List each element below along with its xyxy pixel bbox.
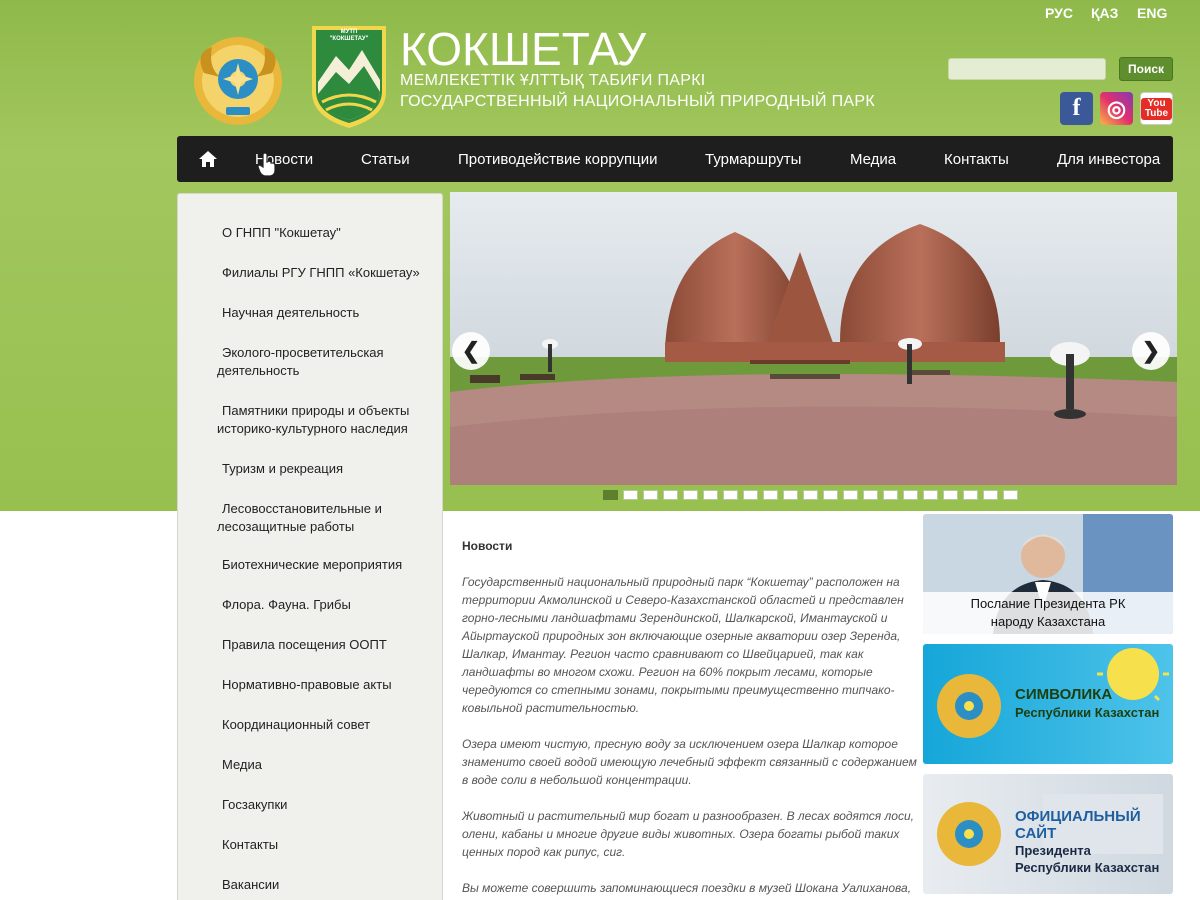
sidebar-item-branches[interactable]: Филиалы РГУ ГНПП «Кокшетау» (222, 264, 442, 282)
sidebar-item-monuments[interactable]: Памятники природы и объекты историко-кул… (217, 402, 437, 438)
brand-subtitle-kz: МЕМЛЕКЕТТІК ҰЛТТЫҚ ТАБИҒИ ПАРКІ (400, 72, 706, 89)
sidebar-item-reforestation[interactable]: Лесовосстановительные и лесозащитные раб… (217, 500, 437, 536)
slider-dot[interactable] (963, 490, 978, 500)
brand-subtitle-ru: ГОСУДАРСТВЕННЫЙ НАЦИОНАЛЬНЫЙ ПРИРОДНЫЙ П… (400, 93, 875, 110)
sidebar-item-legal-acts[interactable]: Нормативно-правовые акты (222, 676, 442, 694)
slider-dot[interactable] (843, 490, 858, 500)
slider-dot[interactable] (643, 490, 658, 500)
banner-symbols[interactable]: СИМВОЛИКА Республики Казахстан (923, 644, 1173, 764)
slider-dot[interactable] (803, 490, 818, 500)
slider-dot[interactable] (783, 490, 798, 500)
slider-dot[interactable] (703, 490, 718, 500)
nav-media[interactable]: Медиа (850, 151, 896, 168)
banner-president-line-1: Послание Президента РК (970, 596, 1126, 611)
slider-dot[interactable] (923, 490, 938, 500)
nav-articles[interactable]: Статьи (361, 151, 410, 168)
lang-en[interactable]: ENG (1137, 5, 1167, 21)
sidebar-item-science[interactable]: Научная деятельность (222, 304, 442, 322)
image-slider[interactable]: ❮ ❯ (450, 192, 1177, 485)
slider-dot[interactable] (763, 490, 778, 500)
banner-official-site[interactable]: ОФИЦИАЛЬНЫЙ САЙТ Президента Республики К… (923, 774, 1173, 894)
content-paragraph-4: Вы можете совершить запоминающиеся поезд… (462, 881, 912, 895)
lang-ru[interactable]: РУС (1045, 5, 1073, 21)
slider-dot[interactable] (663, 490, 678, 500)
slider-dot[interactable] (823, 490, 838, 500)
sidebar-item-vacancies[interactable]: Вакансии (222, 876, 442, 894)
nav-contacts[interactable]: Контакты (944, 151, 1009, 168)
banner-symbols-title: СИМВОЛИКА (1015, 686, 1113, 703)
lang-kz[interactable]: ҚАЗ (1091, 5, 1118, 21)
hand-cursor-icon (258, 153, 276, 177)
sidebar-item-biotech[interactable]: Биотехнические мероприятия (222, 556, 442, 574)
banner-president-message[interactable]: Послание Президента РК народу Казахстана (923, 514, 1173, 634)
banner-official-line-2: Президента (1015, 843, 1091, 858)
slider-dot[interactable] (603, 490, 618, 500)
museum-domes-photo (450, 192, 1177, 485)
sidebar-item-council[interactable]: Координационный совет (222, 716, 442, 734)
sidebar-item-visit-rules[interactable]: Правила посещения ООПТ (222, 636, 442, 654)
main-nav: Новости Статьи Противодействие коррупции… (177, 136, 1173, 182)
instagram-icon[interactable]: ◎ (1100, 92, 1133, 125)
slider-dot[interactable] (1003, 490, 1018, 500)
brand-title: КОКШЕТАУ (400, 23, 647, 75)
slider-dot[interactable] (723, 490, 738, 500)
sidebar-item-tourism[interactable]: Туризм и рекреация (222, 460, 442, 478)
slider-dot[interactable] (743, 490, 758, 500)
home-icon[interactable] (198, 150, 218, 168)
content-paragraph-2: Озера имеют чистую, пресную воду за искл… (462, 737, 917, 787)
sidebar-item-contacts[interactable]: Контакты (222, 836, 442, 854)
content-title: Новости (462, 539, 513, 553)
nav-tour-routes[interactable]: Турмаршруты (705, 151, 801, 168)
youtube-icon[interactable]: You Tube (1140, 92, 1173, 125)
slider-dot[interactable] (903, 490, 918, 500)
slider-dot[interactable] (943, 490, 958, 500)
search-button[interactable]: Поиск (1119, 57, 1173, 81)
sidebar-item-about[interactable]: О ГНПП "Кокшетау" (222, 224, 442, 242)
sidebar-item-procurement[interactable]: Госзакупки (222, 796, 442, 814)
content-paragraph-3: Животный и растительный мир богат и разн… (462, 809, 914, 859)
nav-investor[interactable]: Для инвестора (1057, 151, 1160, 168)
slider-dot[interactable] (983, 490, 998, 500)
sidebar-item-eco-education[interactable]: Эколого-просветительская деятельность (217, 344, 437, 380)
banner-president-line-2: народу Казахстана (990, 614, 1106, 629)
content-paragraph-1: Государственный национальный природный п… (462, 575, 904, 715)
slider-next-icon[interactable]: ❯ (1132, 332, 1170, 370)
facebook-icon[interactable]: f (1060, 92, 1093, 125)
slider-dot[interactable] (683, 490, 698, 500)
slider-dot[interactable] (623, 490, 638, 500)
slider-dot[interactable] (883, 490, 898, 500)
slider-prev-icon[interactable]: ❮ (452, 332, 490, 370)
state-emblem-icon[interactable] (190, 33, 286, 129)
logo-caption: МУТП "КОКШЕТАУ" (329, 29, 369, 42)
banner-official-title: ОФИЦИАЛЬНЫЙ САЙТ (1015, 808, 1141, 842)
search-input[interactable] (948, 58, 1106, 80)
sidebar-item-media[interactable]: Медиа (222, 756, 442, 774)
nav-anti-corruption[interactable]: Противодействие коррупции (458, 151, 657, 168)
sidebar-item-flora-fauna[interactable]: Флора. Фауна. Грибы (222, 596, 442, 614)
slider-dot[interactable] (863, 490, 878, 500)
banner-official-line-3: Республики Казахстан (1015, 860, 1160, 875)
banner-symbols-subtitle: Республики Казахстан (1015, 705, 1160, 720)
sidebar: О ГНПП "Кокшетау" Филиалы РГУ ГНПП «Кокш… (177, 193, 443, 900)
